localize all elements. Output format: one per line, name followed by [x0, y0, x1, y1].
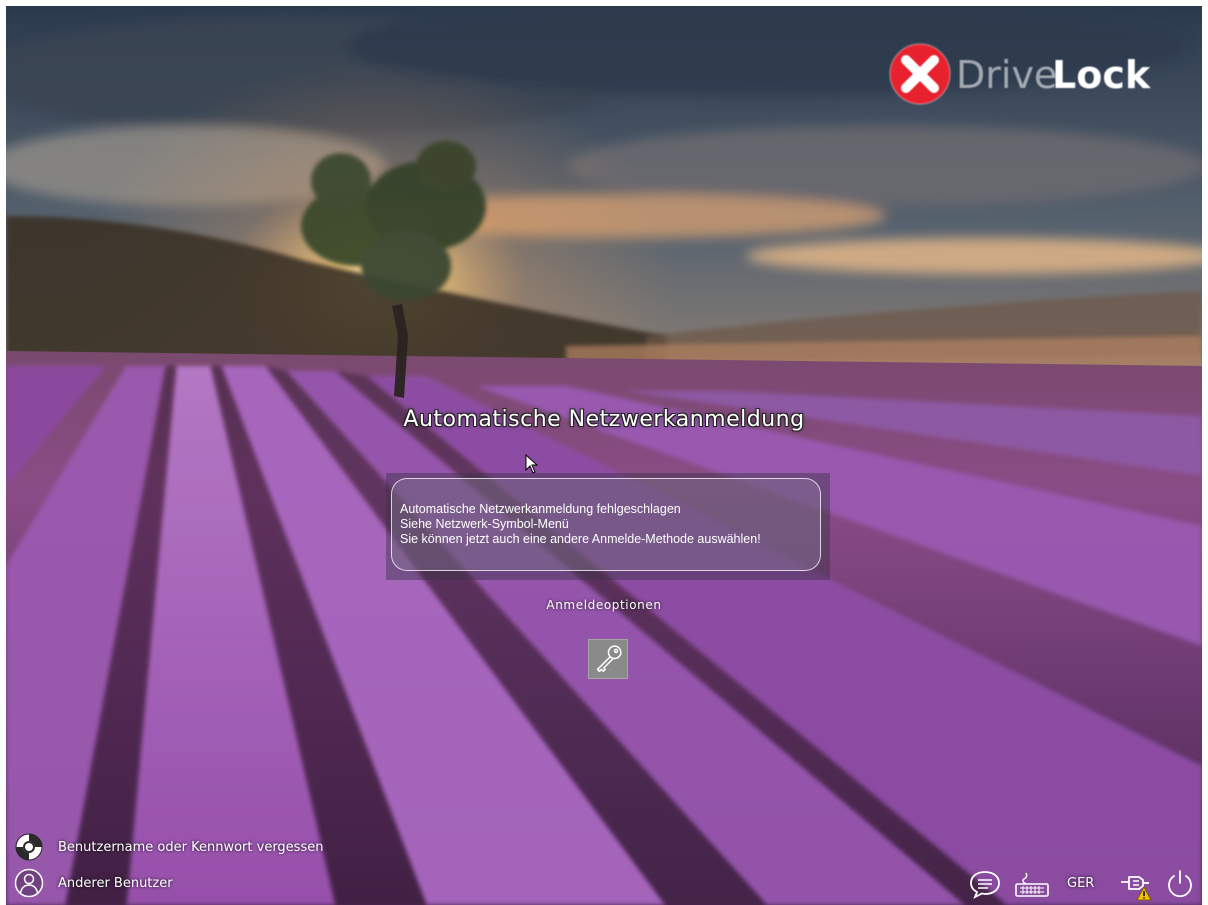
logo-text-light: Drive: [956, 53, 1057, 97]
mouse-cursor-icon: [525, 454, 539, 474]
input-language-indicator[interactable]: GER: [1067, 876, 1094, 891]
lifebuoy-icon: [15, 833, 43, 861]
other-user-link[interactable]: Anderer Benutzer: [14, 868, 173, 898]
chat-button[interactable]: [968, 868, 1002, 900]
keyboard-icon: [1015, 872, 1049, 897]
status-message-box: Automatische Netzwerkanmeldung fehlgesch…: [391, 478, 821, 571]
chat-icon: [970, 871, 1000, 899]
status-message-line: Siehe Netzwerk-Symbol-Menü: [400, 517, 569, 531]
user-icon: [14, 868, 44, 898]
sign-in-options-label: Anmeldeoptionen: [546, 598, 662, 612]
forgot-credentials-label: Benutzername oder Kennwort vergessen: [58, 839, 324, 855]
power-button[interactable]: [1164, 868, 1196, 900]
drivelock-logo: Drive Lock: [884, 40, 1184, 108]
status-message-line: Automatische Netzwerkanmeldung fehlgesch…: [400, 502, 681, 516]
on-screen-keyboard-button[interactable]: [1012, 868, 1052, 900]
network-warning-icon: [1121, 876, 1152, 901]
status-message-text: Automatische Netzwerkanmeldung fehlgesch…: [400, 502, 761, 547]
background-wallpaper: [6, 6, 1202, 905]
power-icon: [1168, 870, 1192, 898]
network-status-button[interactable]: [1118, 866, 1152, 902]
status-message-panel: Automatische Netzwerkanmeldung fehlgesch…: [386, 473, 830, 580]
page-title: Automatische Netzwerkanmeldung: [403, 407, 805, 432]
status-message-line: Sie können jetzt auch eine andere Anmeld…: [400, 532, 761, 546]
logo-text-bold: Lock: [1052, 53, 1151, 97]
other-user-label: Anderer Benutzer: [58, 875, 173, 891]
key-icon: [596, 645, 622, 673]
forgot-credentials-link[interactable]: Benutzername oder Kennwort vergessen: [14, 832, 323, 862]
login-screen: Drive Lock Automatische Netzwerkanmeldun…: [6, 6, 1202, 905]
key-sign-in-option-button[interactable]: [588, 639, 628, 679]
